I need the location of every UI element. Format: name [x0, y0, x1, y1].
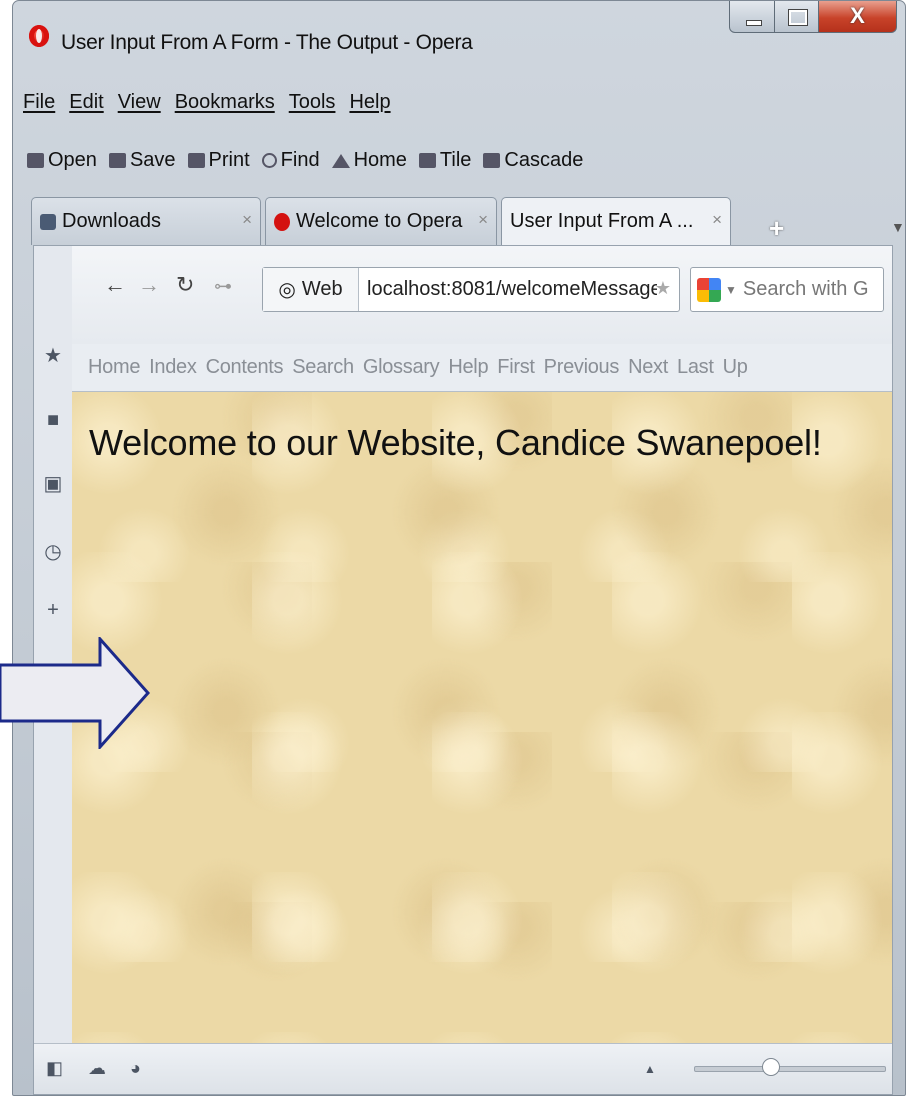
open-label: Open: [48, 149, 97, 171]
tab-label: User Input From A ...: [510, 210, 694, 232]
nav-link-contents[interactable]: Contents: [206, 356, 284, 379]
status-bar: ◧ ☁ ◕ ▲: [34, 1043, 892, 1094]
window-controls: X: [729, 1, 897, 35]
globe-icon: ◎: [278, 279, 296, 301]
nav-link-previous[interactable]: Previous: [544, 356, 620, 379]
find-button[interactable]: Find: [261, 149, 320, 172]
open-button[interactable]: Open: [27, 149, 97, 172]
downloads-panel-icon[interactable]: ▣: [43, 474, 63, 494]
maximize-button[interactable]: [775, 1, 819, 33]
menu-help[interactable]: Help: [349, 91, 390, 114]
search-icon: [261, 153, 277, 168]
find-label: Find: [280, 149, 320, 171]
browser-window: User Input From A Form - The Output - Op…: [12, 0, 906, 1096]
forward-arrow-icon[interactable]: →: [138, 272, 160, 298]
nav-link-glossary[interactable]: Glossary: [363, 356, 440, 379]
tab-close-icon[interactable]: ×: [242, 210, 252, 230]
title-bar: User Input From A Form - The Output - Op…: [13, 1, 905, 54]
tab-label: Downloads: [62, 210, 161, 232]
address-bar[interactable]: ◎ Web localhost:8081/welcomeMessage ★: [262, 267, 680, 312]
tab-downloads[interactable]: Downloads ×: [31, 197, 261, 245]
save-button[interactable]: Save: [108, 149, 176, 172]
tile-button[interactable]: Tile: [418, 149, 472, 172]
zoom-up-icon[interactable]: ▲: [644, 1062, 656, 1076]
cascade-button[interactable]: Cascade: [483, 149, 583, 172]
opera-icon: [274, 212, 290, 231]
close-window-button[interactable]: X: [819, 1, 897, 33]
tab-close-icon[interactable]: ×: [478, 210, 488, 230]
close-icon: X: [850, 3, 865, 28]
web-indicator[interactable]: ◎ Web: [263, 268, 359, 311]
menu-bar: File Edit View Bookmarks Tools Help: [23, 91, 391, 114]
web-label: Web: [301, 278, 343, 300]
print-label: Print: [208, 149, 250, 171]
url-field[interactable]: localhost:8081/welcomeMessage: [359, 278, 657, 301]
nav-link-first[interactable]: First: [497, 356, 535, 379]
tab-close-icon[interactable]: ×: [712, 210, 722, 230]
back-arrow-icon[interactable]: ←: [104, 272, 126, 298]
minimize-button[interactable]: [729, 1, 775, 33]
google-logo-icon: [697, 277, 721, 302]
welcome-message: Welcome to our Website, Candice Swanepoe…: [89, 422, 822, 463]
key-icon[interactable]: ⊶: [214, 276, 232, 297]
folder-icon: [27, 153, 44, 168]
downloads-icon: [40, 213, 56, 230]
nav-link-search[interactable]: Search: [292, 356, 354, 379]
pointer-arrow-icon: [0, 637, 151, 749]
home-icon: [331, 153, 350, 168]
tab-menu-chevron-icon[interactable]: ▼: [891, 219, 905, 235]
cascade-icon: [483, 153, 501, 168]
nav-link-last[interactable]: Last: [677, 356, 714, 379]
search-box[interactable]: ▼ Search with G: [690, 267, 884, 312]
menu-file[interactable]: File: [23, 91, 55, 114]
nav-link-help[interactable]: Help: [448, 356, 488, 379]
turbo-icon[interactable]: ◕: [130, 1058, 141, 1079]
panel-toggle-icon[interactable]: ◧: [46, 1058, 63, 1079]
nav-link-next[interactable]: Next: [628, 356, 668, 379]
zoom-slider[interactable]: [694, 1058, 886, 1076]
window-title: User Input From A Form - The Output - Op…: [61, 31, 473, 54]
cloud-icon[interactable]: ☁: [88, 1058, 106, 1079]
navigation-link-bar: Home Index Contents Search Glossary Help…: [72, 344, 892, 392]
nav-link-home[interactable]: Home: [88, 356, 140, 379]
tile-label: Tile: [439, 149, 472, 171]
browser-content-frame: ★ ■ ▣ ◷ + ← → ↻ ⊶ ◎ Web localhost:8081/we…: [33, 245, 893, 1095]
menu-edit[interactable]: Edit: [69, 91, 103, 114]
nav-link-index[interactable]: Index: [149, 356, 197, 379]
notes-icon[interactable]: ■: [43, 410, 63, 430]
home-button[interactable]: Home: [331, 149, 407, 172]
search-placeholder: Search with G: [742, 278, 869, 300]
reload-icon[interactable]: ↻: [176, 272, 194, 298]
cascade-label: Cascade: [504, 149, 584, 171]
toolbar: Open Save Print Find Home Tile Cascade: [27, 149, 583, 172]
address-toolbar: ← → ↻ ⊶ ◎ Web localhost:8081/welcomeMessa…: [72, 246, 892, 345]
nav-link-up[interactable]: Up: [723, 356, 748, 379]
new-tab-button[interactable]: +: [769, 213, 784, 244]
search-dropdown-icon[interactable]: ▼: [725, 283, 737, 297]
save-icon: [108, 153, 126, 168]
opera-logo-icon: [29, 25, 49, 47]
print-button[interactable]: Print: [187, 149, 250, 172]
tab-label: Welcome to Opera: [296, 210, 463, 232]
save-label: Save: [129, 149, 176, 171]
bookmark-star-icon[interactable]: ★: [655, 278, 671, 299]
menu-bookmarks[interactable]: Bookmarks: [175, 91, 275, 114]
home-label: Home: [353, 149, 407, 171]
menu-view[interactable]: View: [118, 91, 161, 114]
menu-tools[interactable]: Tools: [289, 91, 336, 114]
tab-welcome-to-opera[interactable]: Welcome to Opera ×: [265, 197, 497, 245]
tab-user-input[interactable]: User Input From A ... ×: [501, 197, 731, 362]
history-clock-icon[interactable]: ◷: [43, 542, 63, 562]
bookmarks-star-icon[interactable]: ★: [43, 346, 63, 366]
page-content: Welcome to our Website, Candice Swanepoe…: [72, 392, 892, 1044]
tile-icon: [418, 153, 436, 168]
printer-icon: [187, 153, 205, 168]
tab-strip: Downloads × Welcome to Opera × User Inpu…: [31, 197, 905, 362]
zoom-slider-handle[interactable]: [762, 1058, 780, 1076]
add-panel-icon[interactable]: +: [43, 600, 63, 620]
